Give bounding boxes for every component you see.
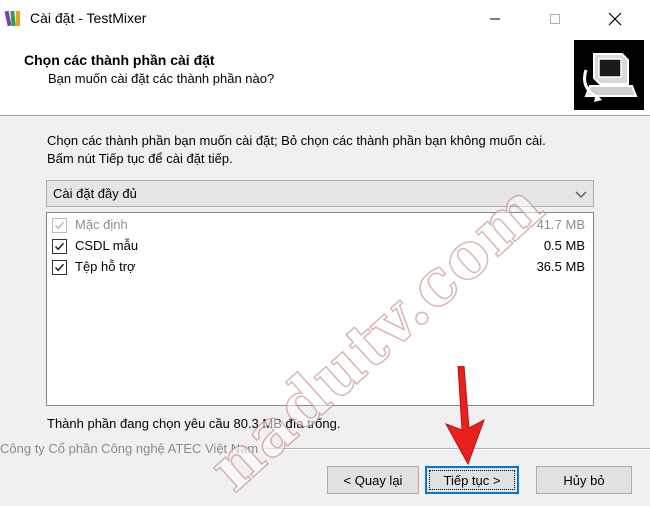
component-label: Tệp hỗ trợ	[75, 259, 136, 274]
checkmark-icon	[54, 221, 65, 230]
back-button[interactable]: < Quay lại	[327, 466, 419, 494]
component-size: 41.7 MB	[536, 217, 585, 232]
install-type-dropdown[interactable]: Cài đặt đầy đủ	[46, 180, 594, 207]
component-label: CSDL mẫu	[75, 238, 139, 253]
title-bar[interactable]: Cài đặt - TestMixer	[0, 0, 650, 38]
component-checkbox[interactable]	[52, 239, 67, 254]
app-books-icon	[4, 10, 20, 27]
component-size: 0.5 MB	[543, 238, 585, 253]
maximize-icon	[550, 14, 560, 24]
component-label: Mặc định	[75, 217, 128, 232]
installer-computer-icon	[574, 40, 644, 110]
page-title: Chọn các thành phần cài đặt	[24, 52, 215, 68]
minimize-icon	[490, 18, 500, 20]
installer-logo	[574, 40, 644, 110]
wizard-header: Chọn các thành phần cài đặt Bạn muốn cài…	[0, 38, 650, 116]
component-row-sample-db[interactable]: CSDL mẫu 0.5 MB	[51, 236, 589, 256]
minimize-button[interactable]	[472, 0, 518, 38]
company-name: Công ty Cổ phần Công nghệ ATEC Việt Nam	[0, 441, 263, 456]
instructions-line: Chọn các thành phần bạn muốn cài đặt; Bỏ…	[47, 133, 546, 148]
component-checkbox[interactable]	[52, 218, 67, 233]
focus-rect	[429, 470, 515, 490]
cancel-button[interactable]: Hủy bỏ	[536, 466, 632, 494]
close-icon	[608, 12, 622, 26]
window-title: Cài đặt - TestMixer	[30, 10, 147, 26]
chevron-down-icon	[575, 191, 587, 198]
maximize-button[interactable]	[532, 0, 578, 38]
instructions: Chọn các thành phần bạn muốn cài đặt; Bỏ…	[47, 132, 546, 168]
setup-window: Cài đặt - TestMixer Chọn các thành phần …	[0, 0, 650, 506]
next-button[interactable]: Tiếp tục >	[425, 466, 519, 494]
instructions-line: Bấm nút Tiếp tục để cài đặt tiếp.	[47, 151, 233, 166]
component-checkbox[interactable]	[52, 260, 67, 275]
red-arrow-icon	[444, 366, 485, 466]
checkmark-icon	[54, 242, 65, 251]
component-row-support-files[interactable]: Tệp hỗ trợ 36.5 MB	[51, 257, 589, 277]
install-type-value: Cài đặt đầy đủ	[53, 186, 137, 201]
disk-space-required: Thành phần đang chọn yêu cầu 80.3 MB đĩa…	[47, 416, 341, 431]
footer-separator: Công ty Cổ phần Công nghệ ATEC Việt Nam	[0, 440, 650, 456]
checkmark-icon	[54, 263, 65, 272]
page-subtitle: Bạn muốn cài đặt các thành phần nào?	[48, 71, 275, 86]
components-list[interactable]: Mặc định 41.7 MB CSDL mẫu 0.5 MB Tệp hỗ …	[46, 212, 594, 406]
close-button[interactable]	[592, 0, 638, 38]
component-size: 36.5 MB	[536, 259, 585, 274]
component-row-default[interactable]: Mặc định 41.7 MB	[51, 215, 589, 235]
